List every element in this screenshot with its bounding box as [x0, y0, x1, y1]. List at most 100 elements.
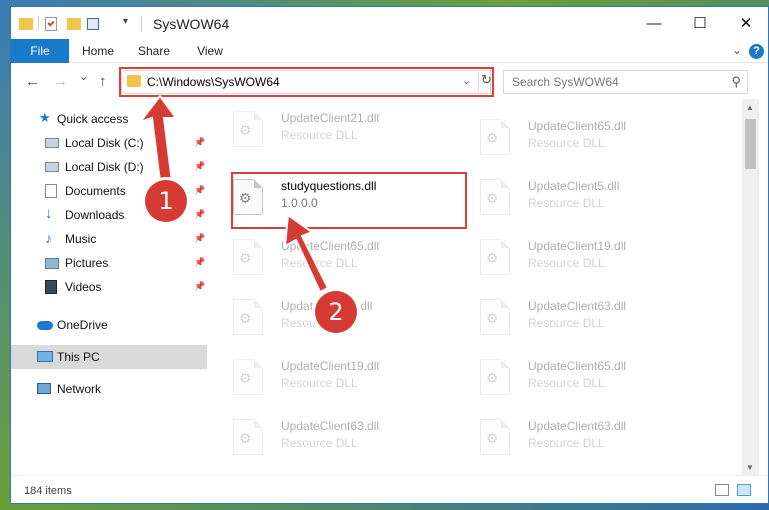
dll-file-icon: ⚙ [233, 359, 263, 395]
sidebar-item-label: Documents [65, 184, 126, 198]
dll-file-icon: ⚙ [233, 419, 263, 455]
dll-file-icon: ⚙ [233, 239, 263, 275]
sidebar-item-label: Local Disk (C:) [65, 136, 144, 150]
file-list: ⚙ UpdateClient21.dll Resource DLL ⚙ stud… [207, 99, 742, 475]
videos-icon [45, 280, 57, 294]
list-item[interactable]: ⚙ UpdateClient63.dll Resource DLL [454, 293, 694, 349]
sidebar-item-label: Music [65, 232, 97, 246]
large-icons-view-icon[interactable] [737, 484, 751, 496]
divider [141, 16, 142, 32]
chevron-down-icon[interactable]: ⌄ [732, 43, 742, 57]
sidebar-item-network[interactable]: Network [11, 377, 207, 401]
sidebar-item-pictures[interactable]: Pictures 📌 [11, 251, 207, 275]
dll-file-icon: ⚙ [480, 419, 510, 455]
dll-file-icon: ⚙ [233, 111, 263, 147]
sidebar-item-videos[interactable]: Videos 📌 [11, 275, 207, 299]
drive-icon [45, 162, 59, 172]
folder-icon[interactable] [19, 15, 33, 33]
minimize-button[interactable]: — [631, 7, 677, 39]
vertical-scrollbar[interactable]: ▲ ▼ [742, 99, 759, 475]
sidebar-item-label: Local Disk (D:) [65, 160, 144, 174]
file-description: Resource DLL [528, 316, 605, 330]
dll-file-icon: ⚙ [233, 299, 263, 335]
tab-view[interactable]: View [187, 39, 233, 63]
toolbar-dropdown-icon[interactable]: ▾ [123, 16, 128, 27]
new-folder-icon[interactable] [67, 15, 81, 33]
sidebar-item-quick-access[interactable]: ★ Quick access [11, 107, 207, 131]
list-item[interactable]: ⚙ UpdateClient65.dll Resource DLL [454, 113, 694, 169]
sidebar-item-this-pc[interactable]: This PC [11, 345, 207, 369]
search-input[interactable]: Search SysWOW64 ⚲ [503, 70, 748, 94]
drive-icon [45, 138, 59, 148]
sidebar-item-onedrive[interactable]: OneDrive [11, 313, 207, 337]
pin-icon[interactable]: 📌 [194, 209, 205, 220]
list-item[interactable]: ⚙ UpdateClient5.dll Resource DLL [454, 173, 694, 229]
recent-locations-button[interactable]: ⌄ [79, 70, 88, 83]
pin-icon[interactable]: 📌 [194, 257, 205, 268]
scroll-up-icon[interactable]: ▲ [746, 103, 754, 112]
file-explorer-window: ▾ SysWOW64 — ☐ ✕ File Home Share View ⌄ … [10, 6, 769, 504]
pin-icon[interactable]: 📌 [194, 161, 205, 172]
sidebar-item-local-disk-d[interactable]: Local Disk (D:) 📌 [11, 155, 207, 179]
search-placeholder: Search SysWOW64 [512, 75, 619, 89]
file-description: Resource DLL [281, 376, 358, 390]
pin-icon[interactable]: 📌 [194, 233, 205, 244]
navigation-pane: ★ Quick access Local Disk (C:) 📌 Local D… [11, 99, 207, 475]
list-item[interactable]: ⚙ UpdateClient63.dll Resource DLL [454, 413, 694, 469]
file-description: Resource DLL [281, 128, 358, 142]
list-item[interactable]: ⚙ UpdateClient65.dll Resource DLL [207, 233, 447, 289]
dll-file-icon: ⚙ [480, 239, 510, 275]
forward-button[interactable]: → [53, 73, 68, 90]
dll-file-icon: ⚙ [480, 359, 510, 395]
tab-home[interactable]: Home [73, 39, 123, 63]
sidebar-item-music[interactable]: ♪ Music 📌 [11, 227, 207, 251]
file-description: Resource DLL [528, 136, 605, 150]
list-item[interactable]: ⚙ UpdateClient19.dll Resource DLL [454, 233, 694, 289]
sidebar-item-label: Downloads [65, 208, 125, 222]
computer-icon [37, 351, 53, 362]
item-count: 184 items [24, 485, 72, 497]
list-item[interactable]: ⚙ UpdateClient63.dll Resource DLL [207, 413, 447, 469]
list-item[interactable]: ⚙ UpdateClient21.dll Resource DLL [207, 105, 447, 161]
tab-share[interactable]: Share [129, 39, 179, 63]
navigation-bar: ← → ⌄ ↑ C:\Windows\SysWOW64 ⌄ ↻ Search S… [11, 63, 768, 99]
scrollbar-thumb[interactable] [745, 119, 756, 169]
search-icon[interactable]: ⚲ [731, 74, 741, 90]
tab-file[interactable]: File [11, 39, 69, 63]
pin-icon[interactable]: 📌 [194, 185, 205, 196]
maximize-button[interactable]: ☐ [677, 7, 723, 39]
close-button[interactable]: ✕ [723, 7, 769, 39]
file-description: Resource DLL [281, 256, 358, 270]
scroll-down-icon[interactable]: ▼ [746, 463, 754, 472]
music-icon: ♪ [45, 230, 52, 246]
up-button[interactable]: ↑ [99, 73, 107, 90]
dll-file-icon: ⚙ [480, 119, 510, 155]
network-icon [37, 383, 51, 394]
file-description: Resource DLL [528, 436, 605, 450]
pin-icon[interactable]: 📌 [194, 281, 205, 292]
file-name: UpdateClient63.dll [528, 299, 627, 313]
file-name: UpdateClient5.dll [528, 179, 620, 193]
file-description: Resource DLL [281, 436, 358, 450]
sidebar-item-label: OneDrive [57, 318, 108, 332]
details-view-icon[interactable] [715, 484, 729, 496]
properties-icon[interactable] [45, 15, 59, 33]
file-name: UpdateClient65.dll [528, 359, 627, 373]
sidebar-item-local-disk-c[interactable]: Local Disk (C:) 📌 [11, 131, 207, 155]
back-button[interactable]: ← [25, 73, 40, 90]
window-title: SysWOW64 [153, 16, 230, 32]
help-icon[interactable]: ? [749, 44, 764, 59]
ribbon-tabs: File Home Share View ⌄ ? [11, 39, 768, 63]
file-description: Resource DLL [528, 376, 605, 390]
documents-icon [45, 184, 57, 198]
list-item[interactable]: ⚙ UpdateClient65.dll Resource DLL [454, 353, 694, 409]
status-bar: 184 items [11, 475, 768, 503]
sidebar-item-label: This PC [57, 350, 100, 364]
pin-icon[interactable]: 📌 [194, 137, 205, 148]
list-item[interactable]: ⚙ UpdateClient19.dll Resource DLL [207, 353, 447, 409]
file-name: UpdateClient19.dll [281, 359, 380, 373]
sidebar-item-label: Network [57, 382, 102, 396]
dll-file-icon: ⚙ [480, 179, 510, 215]
customize-toolbar-icon[interactable] [87, 15, 109, 33]
file-name: UpdateClient21.dll [281, 111, 380, 125]
